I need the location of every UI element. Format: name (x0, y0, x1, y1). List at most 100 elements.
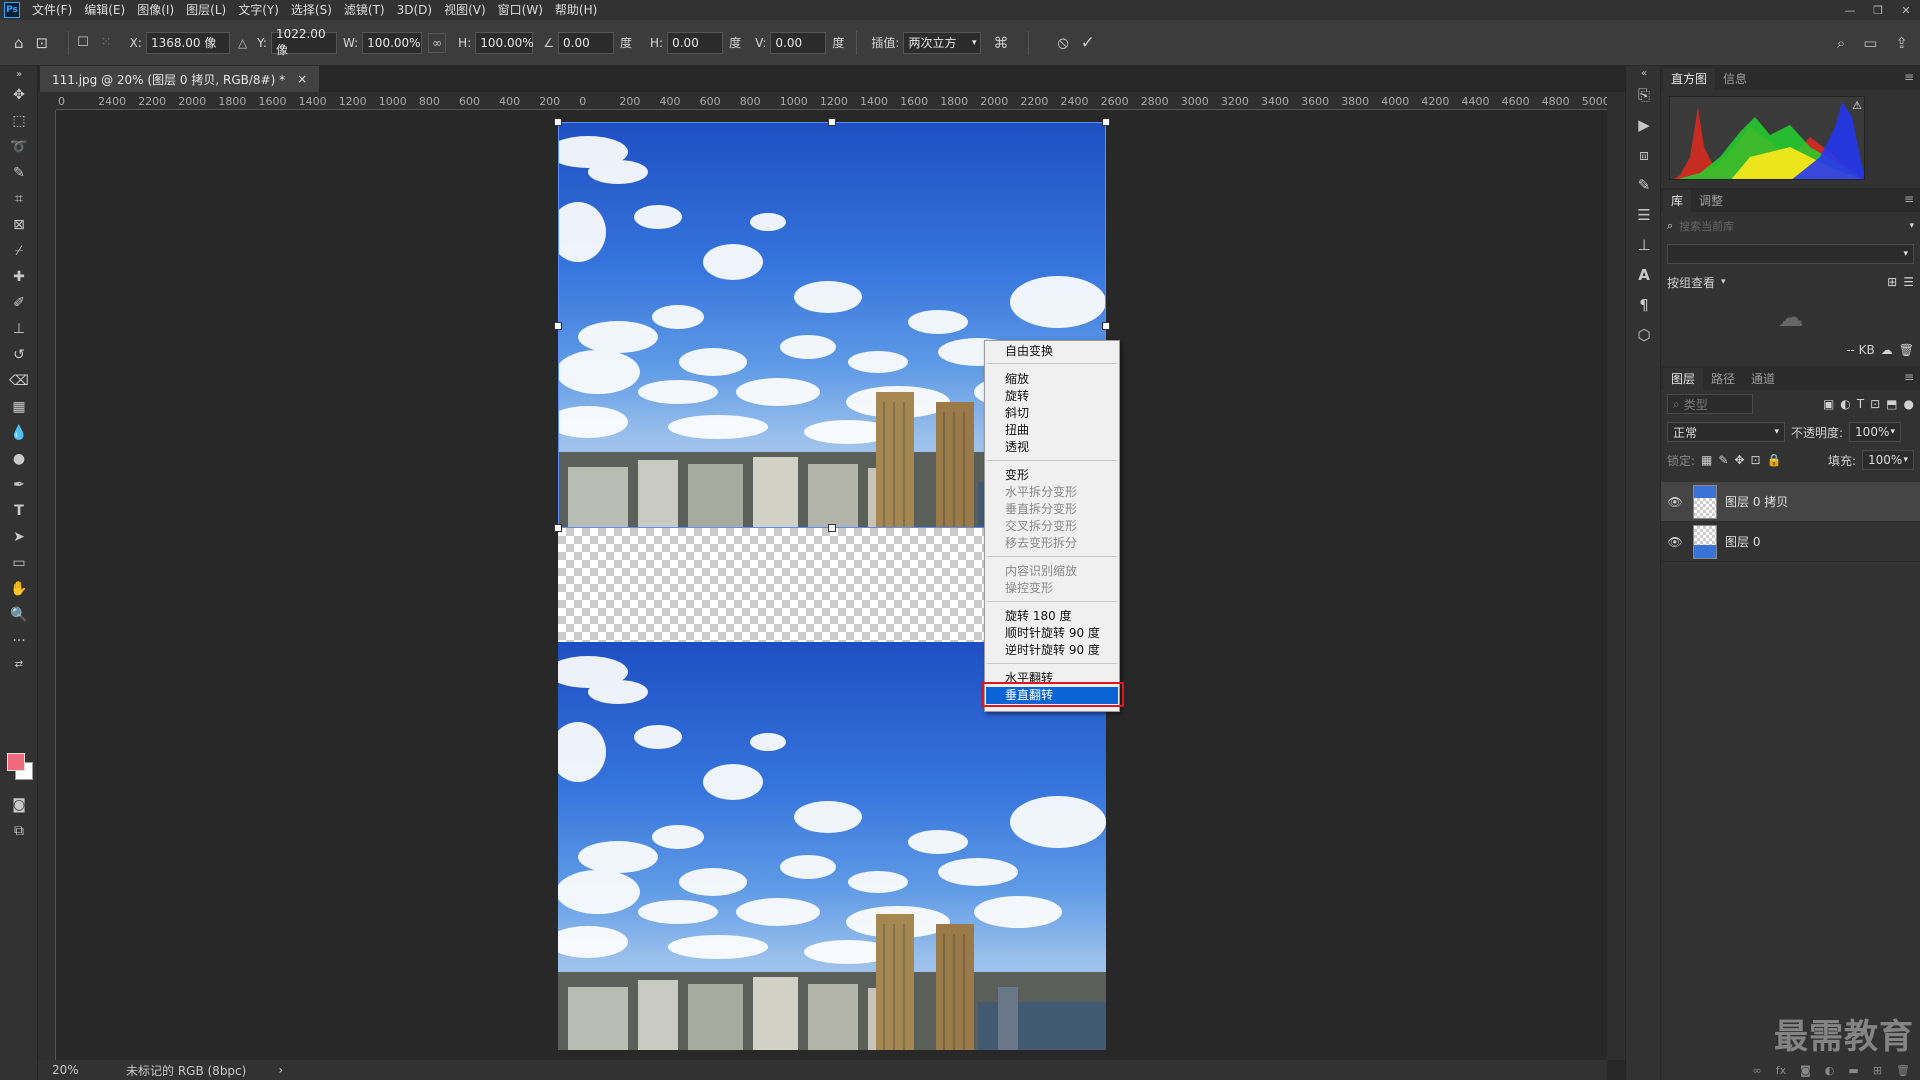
restore-icon[interactable]: ❐ (1864, 0, 1892, 20)
workspace-icon[interactable]: ▭ (1863, 34, 1877, 52)
quick-select-tool-icon[interactable]: ✎ (0, 160, 38, 186)
transform-handle-bottom-left[interactable] (554, 524, 562, 532)
search-icon[interactable]: ⌕ (1837, 34, 1845, 52)
panel-menu-icon[interactable]: ≡ (1904, 70, 1914, 84)
home-icon[interactable]: ⌂ (14, 34, 24, 52)
filter-pixel-icon[interactable]: ▣ (1823, 397, 1834, 411)
history-brush-icon[interactable]: ↺ (0, 342, 38, 368)
menu-item-skew[interactable]: 斜切 (1005, 405, 1029, 422)
swap-colors-icon[interactable]: ⇄ (0, 654, 38, 674)
visibility-eye-icon[interactable]: 👁 (1661, 535, 1689, 549)
close-tab-icon[interactable]: × (297, 72, 307, 86)
minimize-icon[interactable]: — (1836, 0, 1864, 20)
menu-view[interactable]: 视图(V) (438, 0, 492, 20)
adjustment-layer-icon[interactable]: ◐ (1825, 1064, 1835, 1077)
menu-window[interactable]: 窗口(W) (492, 0, 549, 20)
menu-select[interactable]: 选择(S) (285, 0, 338, 20)
more-tools-icon[interactable]: ··· (0, 628, 38, 654)
lock-all-icon[interactable]: 🔒 (1767, 453, 1782, 467)
tab-paths[interactable]: 路径 (1703, 368, 1743, 390)
add-mask-icon[interactable]: ◙ (1800, 1064, 1811, 1077)
menu-item-scale[interactable]: 缩放 (1005, 371, 1029, 388)
blend-mode-select[interactable]: 正常 ▾ (1667, 422, 1785, 442)
link-icon[interactable]: ∞ (428, 32, 447, 53)
reference-point-grid-icon[interactable]: ⁙ (101, 35, 112, 50)
status-arrow-icon[interactable]: › (278, 1063, 283, 1077)
menu-item-free-transform[interactable]: 自由变换 (1005, 343, 1053, 360)
transform-handle-bottom-center[interactable] (828, 524, 836, 532)
rotation-input[interactable]: 0.00 (558, 31, 615, 54)
adjust-sliders-icon[interactable]: ☰ (1626, 200, 1662, 230)
fx-icon[interactable]: fx (1776, 1064, 1786, 1077)
skew-v-input[interactable]: 0.00 (770, 31, 827, 54)
path-select-icon[interactable]: ➤ (0, 524, 38, 550)
quick-mask-icon[interactable]: ◙ (0, 792, 38, 818)
opacity-input[interactable]: 100% ▾ (1849, 422, 1902, 442)
warp-mode-icon[interactable]: ⌘ (993, 34, 1008, 52)
screen-mode-icon[interactable]: ⧉ (0, 818, 38, 844)
x-position-input[interactable]: 1368.00 像 (145, 31, 230, 54)
width-input[interactable]: 100.00% (362, 31, 423, 54)
group-view-dropdown[interactable]: 按组查看 (1667, 274, 1715, 291)
healing-brush-icon[interactable]: ✚ (0, 264, 38, 290)
lasso-tool-icon[interactable]: ➰ (0, 134, 38, 160)
brush-tool-icon[interactable]: ✐ (0, 290, 38, 316)
delta-icon[interactable]: △ (238, 36, 247, 50)
layer-row-original[interactable]: 👁 图层 0 (1661, 522, 1920, 562)
zoom-level[interactable]: 20% (52, 1063, 110, 1077)
eraser-tool-icon[interactable]: ⌫ (0, 368, 38, 394)
eyedropper-tool-icon[interactable]: ⌿ (0, 238, 38, 264)
interpolation-select[interactable]: 两次立方 ▾ (903, 31, 982, 54)
height-input[interactable]: 100.00% (475, 31, 534, 54)
vertical-scrollbar[interactable] (1607, 92, 1625, 1060)
menu-item-distort[interactable]: 扭曲 (1005, 422, 1029, 439)
blur-tool-icon[interactable]: 💧 (0, 420, 38, 446)
menu-layer[interactable]: 图层(L) (180, 0, 232, 20)
menu-item-rotate-180[interactable]: 旋转 180 度 (1005, 608, 1072, 625)
stamp-tool-icon[interactable]: ⊥ (0, 316, 38, 342)
collapse-strip-icon[interactable]: « (1626, 66, 1662, 80)
frame-tool-icon[interactable]: ⊠ (0, 212, 38, 238)
filter-shape-icon[interactable]: ⊡ (1870, 397, 1880, 411)
tab-histogram[interactable]: 直方图 (1663, 68, 1716, 90)
transform-handle-middle-left[interactable] (554, 322, 562, 330)
skew-h-input[interactable]: 0.00 (667, 31, 724, 54)
new-layer-icon[interactable]: ⊞ (1873, 1064, 1882, 1077)
menu-3d[interactable]: 3D(D) (391, 0, 438, 20)
dodge-tool-icon[interactable]: ● (0, 446, 38, 472)
share-icon[interactable]: ⇪ (1895, 34, 1908, 52)
crop-tool-icon[interactable]: ⌗ (0, 186, 38, 212)
zoom-tool-icon[interactable]: 🔍 (0, 602, 38, 628)
hand-tool-icon[interactable]: ✋ (0, 576, 38, 602)
history-panel-icon[interactable]: ⎘ (1626, 80, 1662, 110)
y-position-input[interactable]: 1022.00 像 (270, 27, 337, 57)
cancel-transform-icon[interactable]: ⦸ (1057, 33, 1068, 53)
new-group-icon[interactable]: ▬ (1848, 1064, 1858, 1077)
transform-handle-top-left[interactable] (554, 118, 562, 126)
rectangle-tool-icon[interactable]: ▭ (0, 550, 38, 576)
gradient-tool-icon[interactable]: ▦ (0, 394, 38, 420)
layer-kind-filter[interactable]: ⌕ 类型 (1667, 394, 1753, 414)
lock-transparent-icon[interactable]: ▦ (1701, 453, 1712, 467)
layer-name[interactable]: 图层 0 拷贝 (1725, 493, 1788, 510)
visibility-eye-icon[interactable]: 👁 (1661, 495, 1689, 509)
pen-tool-icon[interactable]: ✒ (0, 472, 38, 498)
filter-type-icon[interactable]: T (1857, 397, 1864, 411)
tab-adjustments[interactable]: 调整 (1691, 190, 1731, 212)
menu-item-rotate-cw-90[interactable]: 顺时针旋转 90 度 (1005, 625, 1100, 642)
collapse-toolbar-icon[interactable]: » (0, 66, 38, 82)
transform-tool-icon[interactable]: ⊡ (36, 34, 49, 52)
menu-edit[interactable]: 编辑(E) (78, 0, 131, 20)
horizontal-ruler[interactable]: 0 2400 2200 2000 1800 1600 1400 1200 1000 800 600 4… (56, 92, 1607, 110)
clone-source-icon[interactable]: ⊥ (1626, 230, 1662, 260)
3d-panel-icon[interactable]: ⬡ (1626, 320, 1662, 350)
layer-name[interactable]: 图层 0 (1725, 533, 1760, 550)
actions-play-icon[interactable]: ▶ (1626, 110, 1662, 140)
paragraph-panel-icon[interactable]: ¶ (1626, 290, 1662, 320)
transform-handle-top-center[interactable] (828, 118, 836, 126)
menu-help[interactable]: 帮助(H) (549, 0, 603, 20)
lock-pixels-icon[interactable]: ✎ (1718, 453, 1728, 467)
list-view-icon[interactable]: ☰ (1903, 275, 1914, 289)
vertical-ruler[interactable] (38, 110, 56, 1060)
menu-item-rotate[interactable]: 旋转 (1005, 388, 1029, 405)
